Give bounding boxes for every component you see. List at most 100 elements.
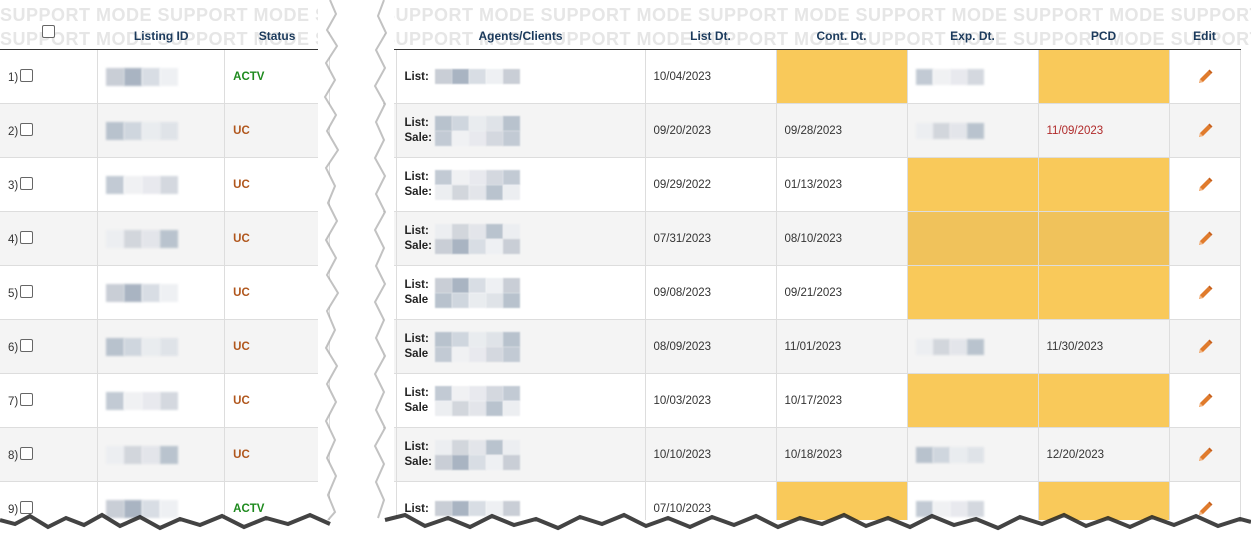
agent-line: Sale:	[405, 130, 645, 146]
redacted-block	[106, 499, 179, 518]
redacted-agent-name	[434, 292, 520, 308]
row-checkbox[interactable]	[20, 231, 34, 244]
table-row: 9) ACTV	[0, 481, 330, 520]
pcd-cell: 11/30/2023	[1038, 319, 1170, 374]
table-row: List: Sale 09/08/2023 09/21/2023	[383, 265, 1241, 320]
pencil-icon[interactable]	[1196, 446, 1214, 464]
pcd-cell	[1038, 481, 1170, 520]
agent-line: List:	[405, 69, 645, 84]
column-header-status: Status	[224, 23, 330, 50]
row-number: 1)	[8, 72, 19, 84]
table-row: List: Sale: 09/20/2023 09/28/2023 11/09/2023	[383, 103, 1241, 158]
listing-id-cell[interactable]	[97, 211, 226, 266]
agents-clients-cell: List: Sale	[396, 265, 646, 320]
pencil-icon[interactable]	[1196, 500, 1214, 518]
table-row: List: Sale 08/09/2023 11/01/2023 11/30/2023	[383, 319, 1241, 374]
listing-id-cell[interactable]	[97, 103, 226, 158]
list-date-cell: 09/08/2023	[645, 265, 777, 320]
table-row: List: 10/04/2023	[383, 49, 1241, 104]
pencil-icon[interactable]	[1196, 284, 1214, 302]
listing-id-cell[interactable]	[97, 427, 226, 482]
pencil-icon[interactable]	[1196, 338, 1214, 356]
agent-role-label: Sale	[404, 348, 429, 360]
contract-date-cell: 10/18/2023	[776, 427, 908, 482]
redacted-agent-name	[434, 501, 520, 516]
redacted-block	[106, 391, 179, 410]
listing-id-cell[interactable]	[97, 319, 226, 374]
pencil-icon[interactable]	[1196, 68, 1214, 86]
edit-cell	[1169, 319, 1241, 374]
agent-role-label: List:	[404, 117, 429, 129]
agents-clients-cell: List:	[396, 49, 646, 104]
pencil-icon[interactable]	[1196, 392, 1214, 410]
contract-date-cell: 08/10/2023	[776, 211, 908, 266]
agent-line: Sale:	[405, 454, 645, 470]
agent-role-label: List:	[404, 70, 429, 83]
row-checkbox[interactable]	[20, 447, 34, 460]
column-header-edit: Edit	[1169, 23, 1240, 50]
table-row: List: Sale 10/03/2023 10/17/2023	[383, 373, 1241, 428]
row-number: 6)	[8, 342, 19, 354]
agent-role-label: List:	[404, 502, 429, 515]
agent-role-label: Sale:	[404, 240, 433, 252]
row-number: 9)	[8, 504, 19, 516]
pencil-icon[interactable]	[1196, 122, 1214, 140]
listing-id-cell[interactable]	[97, 49, 226, 104]
pcd-cell	[1038, 211, 1170, 266]
redacted-agent-name	[434, 238, 520, 254]
agents-clients-cell: List: Sale:	[396, 427, 646, 482]
redacted-agent-name	[434, 400, 520, 416]
agent-role-label: List:	[404, 441, 429, 453]
row-select-cell: 3)	[0, 157, 99, 212]
contract-date-cell: 09/21/2023	[776, 265, 908, 320]
status-badge: UC	[224, 373, 330, 428]
listing-id-cell[interactable]	[97, 157, 226, 212]
table-row: 4) UC	[0, 211, 330, 266]
row-checkbox[interactable]	[20, 69, 34, 82]
contract-date-cell: 09/28/2023	[776, 103, 908, 158]
select-all-checkbox[interactable]	[42, 25, 56, 38]
listing-id-cell[interactable]	[97, 265, 226, 320]
edit-cell	[1169, 427, 1241, 482]
listing-id-cell[interactable]	[97, 373, 226, 428]
redacted-block	[915, 500, 984, 517]
row-select-cell: 1)	[0, 49, 99, 104]
expiration-date-cell	[907, 373, 1039, 428]
row-checkbox[interactable]	[20, 339, 34, 352]
row-checkbox[interactable]	[20, 123, 34, 136]
contract-date-cell: 01/13/2023	[776, 157, 908, 212]
table-row: 1) ACTV	[0, 49, 330, 104]
row-checkbox[interactable]	[20, 177, 34, 190]
agents-clients-cell: List: Sale:	[396, 211, 646, 266]
edit-cell	[1169, 49, 1241, 104]
status-badge: UC	[224, 319, 330, 374]
contract-date-cell: 11/01/2023	[776, 319, 908, 374]
row-checkbox[interactable]	[20, 501, 34, 514]
agents-clients-cell: List:	[396, 481, 646, 520]
pencil-icon[interactable]	[1196, 230, 1214, 248]
agent-line: Sale:	[404, 184, 645, 200]
redacted-block	[106, 67, 179, 86]
redacted-agent-name	[434, 277, 520, 293]
agent-role-label: Sale:	[404, 186, 433, 198]
row-checkbox[interactable]	[20, 285, 34, 298]
list-date-cell: 09/29/2022	[645, 157, 777, 212]
column-header-agents-clients: Agents/Clients	[396, 23, 645, 50]
redacted-agent-name	[434, 184, 520, 200]
pcd-cell	[1038, 265, 1170, 320]
agent-role-label: Sale	[404, 402, 429, 414]
status-badge: UC	[224, 211, 330, 266]
pencil-icon[interactable]	[1196, 176, 1214, 194]
agent-role-label: List:	[404, 279, 429, 291]
row-number: 5)	[8, 288, 19, 300]
pcd-cell	[1038, 157, 1170, 212]
listing-id-cell[interactable]	[97, 481, 226, 520]
redacted-block	[106, 445, 179, 464]
redacted-agent-name	[434, 169, 520, 185]
row-select-cell: 7)	[0, 373, 99, 428]
row-select-cell: 8)	[0, 427, 99, 482]
agent-line: Sale:	[404, 238, 645, 254]
status-badge: ACTV	[224, 481, 330, 520]
agent-line: List:	[404, 277, 645, 293]
row-checkbox[interactable]	[20, 393, 34, 406]
